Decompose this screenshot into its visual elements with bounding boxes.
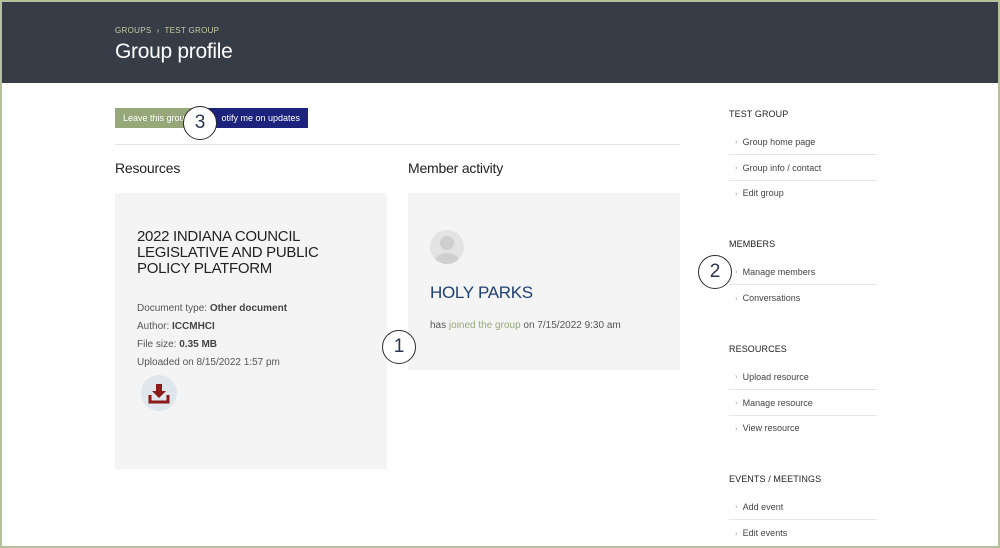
author-label: Author: [137,321,170,332]
sidebar-heading-resources: RESOURCES [729,344,787,354]
chevron-right-icon: › [735,502,738,511]
sidebar-heading-events: EVENTS / MEETINGS [729,474,822,484]
chevron-right-icon: › [735,293,738,303]
sidebar-item-label: Group home page [742,136,816,147]
resource-title[interactable]: 2022 INDIANA COUNCIL LEGISLATIVE AND PUB… [137,229,337,277]
chevron-right-icon: › [735,267,738,276]
sidebar-item-add-event[interactable]: › Add event [729,494,877,520]
breadcrumb-groups[interactable]: GROUPS [115,26,151,35]
callout-2: 2 [698,255,732,289]
chevron-right-icon: › [735,163,738,172]
divider [115,144,680,145]
sidebar-item-upload-resource[interactable]: › Upload resource [729,364,877,390]
doc-type-value: Other document [209,303,288,314]
chevron-right-icon: › [735,528,738,538]
sidebar-item-label: Edit group [742,188,784,198]
sidebar-item-group-info[interactable]: › Group info / contact [729,155,877,181]
sidebar-item-label: Edit events [742,528,788,538]
sidebar-item-label: View resource [742,423,800,433]
sidebar-item-label: Conversations [742,293,801,303]
sidebar-item-label: Manage members [742,266,816,277]
sidebar-item-manage-resource[interactable]: › Manage resource [729,390,877,416]
resource-uploaded: Uploaded on 8/15/2022 1:57 pm [137,357,280,368]
resource-author: Author: ICCMHCI [137,321,215,332]
sidebar-item-edit-group[interactable]: › Edit group [729,180,877,206]
doc-type-label: Document type: [137,303,208,314]
page-title: Group profile [115,40,233,63]
member-name[interactable]: HOLY PARKS [430,283,533,303]
chevron-right-icon: › [735,423,738,433]
sidebar-item-label: Group info / contact [742,162,822,173]
resources-heading: Resources [115,160,181,176]
sidebar-item-group-home[interactable]: › Group home page [729,129,877,155]
chevron-right-icon: › [735,137,738,146]
member-activity-heading: Member activity [408,160,504,176]
sidebar-item-label: Add event [742,501,784,512]
file-size-value: 0.35 MB [179,339,218,350]
sidebar-item-view-resource[interactable]: › View resource [729,415,877,441]
sidebar-item-conversations[interactable]: › Conversations [729,285,877,311]
file-size-label: File size: [137,339,177,350]
resource-doc-type: Document type: Other document [137,303,287,314]
sidebar-heading-members: MEMBERS [729,239,776,249]
breadcrumb-separator: › [156,26,160,35]
callout-1: 1 [382,330,416,364]
sidebar-heading-test-group: TEST GROUP [729,109,789,119]
activity-prefix: has [430,320,447,331]
author-value: ICCMHCI [172,321,215,332]
resource-card: 2022 INDIANA COUNCIL LEGISLATIVE AND PUB… [115,193,387,469]
joined-group-link[interactable]: joined the group [449,320,521,331]
sidebar-item-label: Upload resource [742,371,809,382]
sidebar-item-label: Manage resource [742,397,813,408]
member-avatar-icon[interactable] [430,230,464,264]
activity-suffix: on 7/15/2022 9:30 am [523,320,621,331]
resource-file-size: File size: 0.35 MB [137,339,217,350]
download-icon[interactable] [141,375,177,411]
sidebar-item-edit-events[interactable]: › Edit events [729,520,877,546]
sidebar-item-manage-members[interactable]: › Manage members [729,259,877,285]
breadcrumb-test-group[interactable]: TEST GROUP [164,26,219,35]
page-header: GROUPS › TEST GROUP Group profile [2,2,998,83]
activity-text: has joined the group on 7/15/2022 9:30 a… [430,320,621,331]
activity-card: HOLY PARKS has joined the group on 7/15/… [408,193,680,370]
chevron-right-icon: › [735,372,738,381]
chevron-right-icon: › [735,188,738,198]
breadcrumb: GROUPS › TEST GROUP [115,26,219,35]
chevron-right-icon: › [735,398,738,407]
callout-3: 3 [183,106,217,140]
